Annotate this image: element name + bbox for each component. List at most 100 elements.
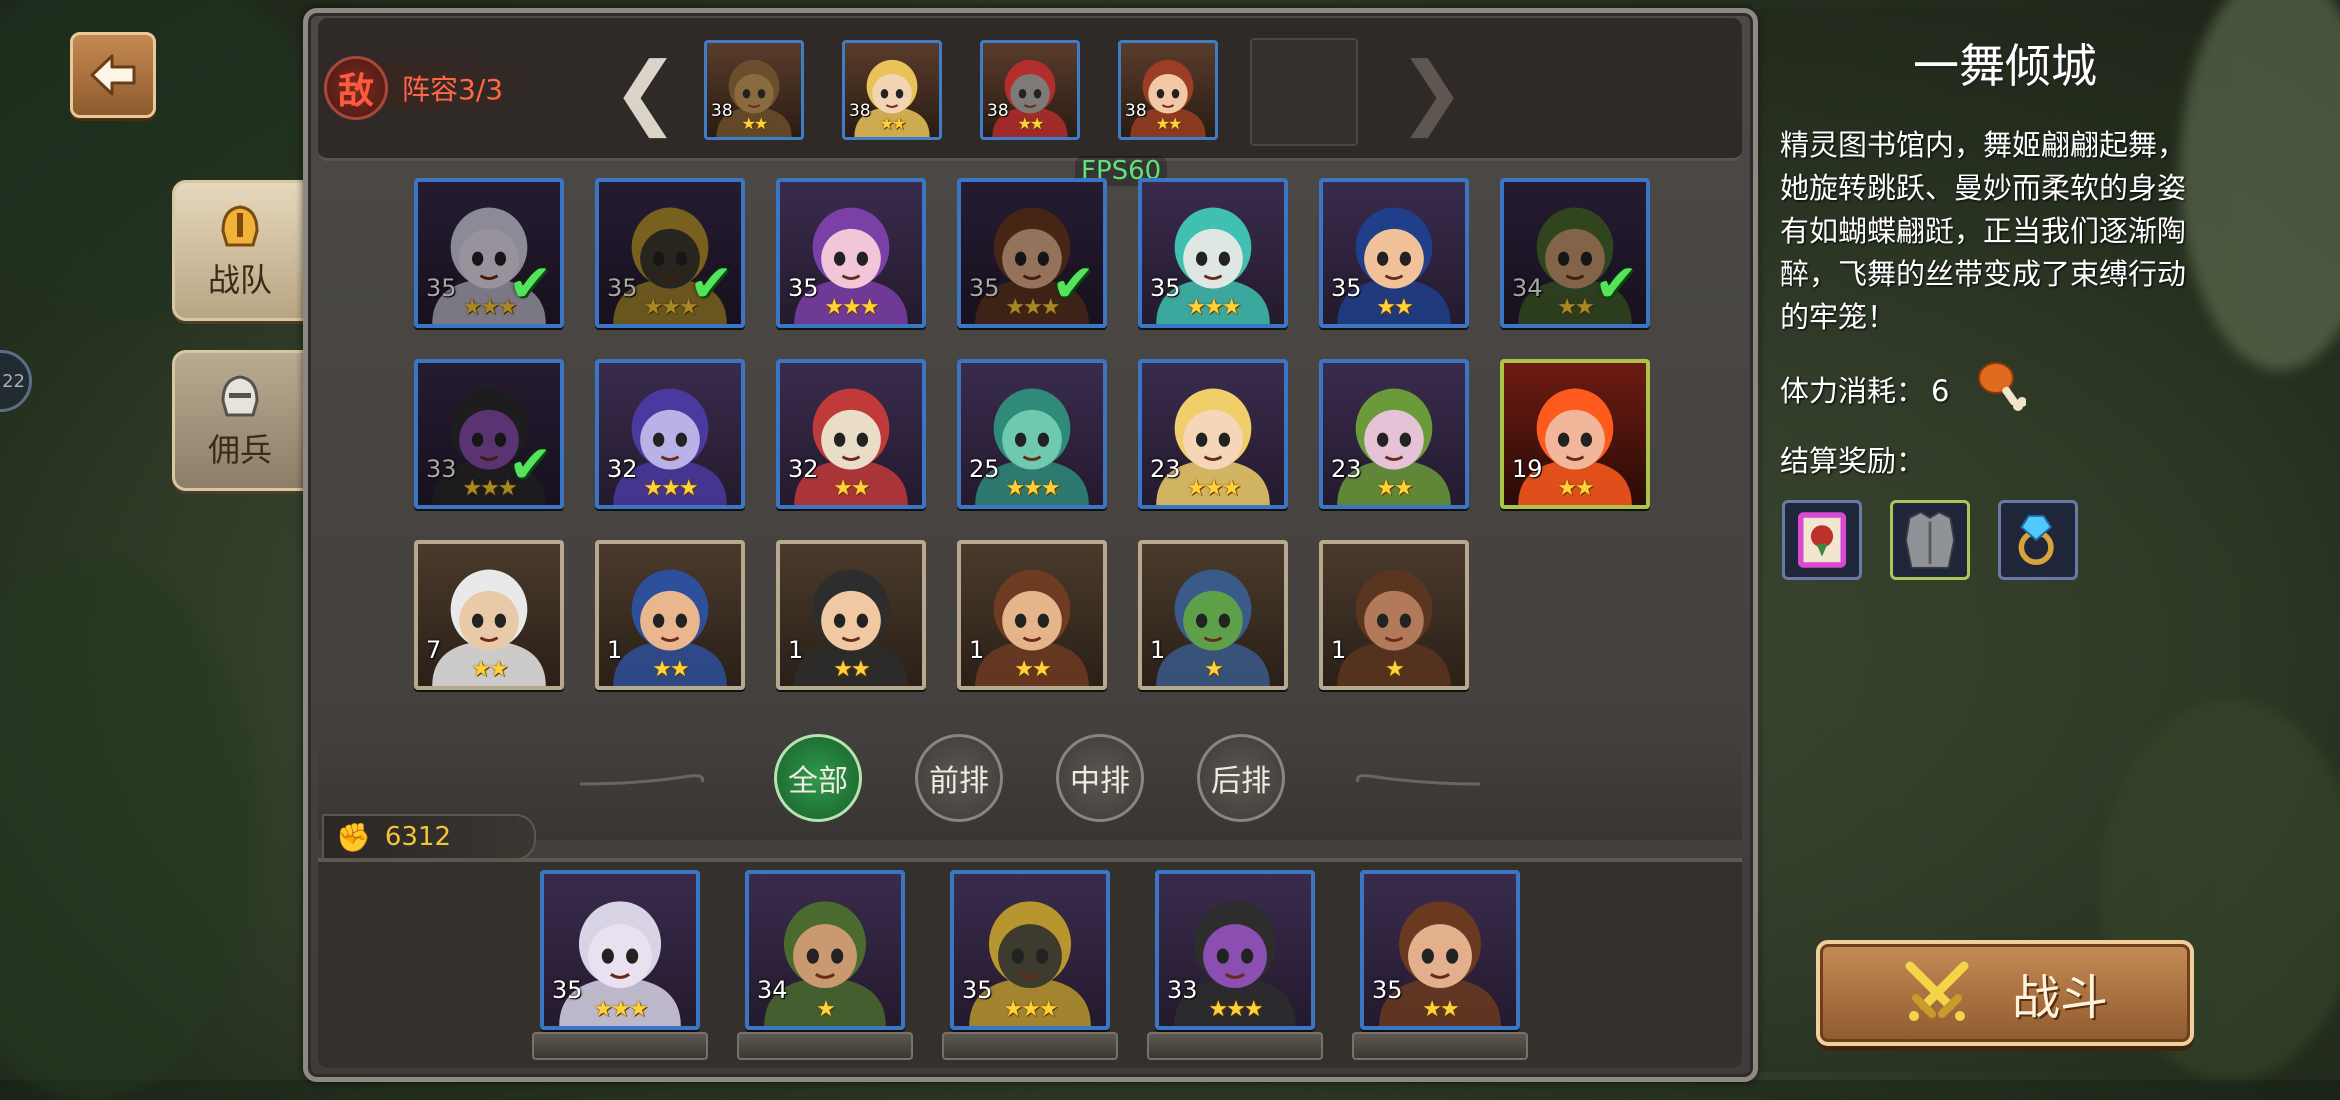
hero-card[interactable]: 32 ★★ <box>776 359 926 509</box>
helmet-silver-icon <box>221 374 259 416</box>
tab-team[interactable]: 战队 <box>172 180 308 321</box>
deployed-hero-card: 35 ★★★ <box>540 870 700 1030</box>
star-rating: ★★ <box>652 657 689 682</box>
helmet-gold-icon <box>221 204 259 246</box>
hero-level: 35 <box>969 274 1000 302</box>
deployed-hero-slot[interactable]: 35 ★★ <box>1352 870 1528 1060</box>
hero-card[interactable]: 7 ★★ <box>414 540 564 690</box>
tab-mercenary-label: 佣兵 <box>207 430 272 469</box>
filter-button[interactable]: 后排 <box>1197 734 1285 822</box>
hero-level: 35 <box>607 274 638 302</box>
stamina-label: 体力消耗： <box>1780 374 1926 408</box>
fight-button-label: 战斗 <box>2011 970 2108 1026</box>
hero-card[interactable]: 35 ★★★ <box>776 178 926 328</box>
stamina-cost: 体力消耗： 6 <box>1780 368 1949 410</box>
hero-card[interactable]: 35 ★★★ ✔ <box>957 178 1107 328</box>
star-rating: ★★★ <box>1186 295 1241 320</box>
enemy-unit-card[interactable]: 38 ★★ <box>1118 40 1218 140</box>
deployed-hero-card: 33 ★★★ <box>1155 870 1315 1030</box>
star-rating: ★★ <box>1422 997 1459 1022</box>
hero-card[interactable]: 35 ★★★ ✔ <box>595 178 745 328</box>
floating-assist-icon[interactable]: 22 <box>0 350 32 412</box>
star-rating: ★★ <box>741 114 769 133</box>
hero-card[interactable]: 1 ★★ <box>957 540 1107 690</box>
fist-icon: ✊ <box>336 820 371 854</box>
deployed-hero-slot[interactable]: 35 ★★★ <box>532 870 708 1060</box>
hero-card[interactable]: 35 ★★★ ✔ <box>414 178 564 328</box>
star-rating: ★★ <box>471 657 508 682</box>
star-rating: ★★ <box>833 657 870 682</box>
hero-card[interactable]: 33 ★★★ ✔ <box>414 359 564 509</box>
drumstick-icon <box>1978 362 2026 411</box>
filter-button[interactable]: 全部 <box>774 734 862 822</box>
star-rating: ★★ <box>879 114 907 133</box>
back-button[interactable] <box>70 32 156 118</box>
tab-team-label: 战队 <box>207 260 272 299</box>
hero-pedestal <box>1147 1032 1323 1060</box>
enemy-prev-arrow[interactable]: ❮ <box>612 42 679 142</box>
crossed-swords-icon <box>1905 961 1969 1021</box>
star-rating: ★★ <box>1017 114 1045 133</box>
divider-ornament <box>580 774 704 786</box>
star-rating: ★★★ <box>1186 476 1241 501</box>
hero-pedestal <box>942 1032 1118 1060</box>
enemy-empty-slot <box>1250 38 1358 146</box>
selected-check-icon: ✔ <box>508 435 552 495</box>
background-foliage <box>0 560 260 1100</box>
stage-description: 精灵图书馆内，舞姬翩翩起舞，她旋转跳跃、曼妙而柔软的身姿有如蝴蝶翩跹，正当我们逐… <box>1780 128 2187 334</box>
star-rating: ★★★ <box>643 476 698 501</box>
enemy-next-arrow[interactable]: ❯ <box>1398 42 1465 142</box>
hero-card[interactable]: 25 ★★★ <box>957 359 1107 509</box>
selected-check-icon: ✔ <box>1594 254 1638 314</box>
star-rating: ★★★ <box>1005 476 1060 501</box>
star-rating: ★★ <box>1155 114 1183 133</box>
enemy-unit-card[interactable]: 38 ★★ <box>842 40 942 140</box>
reward-item[interactable] <box>1998 500 2078 580</box>
hero-pedestal <box>1352 1032 1528 1060</box>
star-rating: ★★ <box>1014 657 1051 682</box>
reward-item[interactable] <box>1782 500 1862 580</box>
deployed-hero-slot[interactable]: 33 ★★★ <box>1147 870 1323 1060</box>
lineup-count: 阵容3/3 <box>402 73 504 106</box>
hero-level: 34 <box>1512 274 1543 302</box>
hero-card[interactable]: 23 ★★★ <box>1138 359 1288 509</box>
scroll-icon <box>1797 512 1847 568</box>
selected-check-icon: ✔ <box>508 254 552 314</box>
enemy-unit-card[interactable]: 38 ★★ <box>704 40 804 140</box>
star-rating: ★ <box>1204 657 1224 682</box>
fight-button[interactable]: 战斗 <box>1816 940 2194 1046</box>
star-rating: ★★ <box>1557 476 1594 501</box>
deployed-hero-slot[interactable]: 34 ★ <box>737 870 913 1060</box>
hero-pedestal <box>737 1032 913 1060</box>
hero-card[interactable]: 1 ★★ <box>595 540 745 690</box>
deployed-hero-card: 35 ★★ <box>1360 870 1520 1030</box>
star-rating: ★★★ <box>1003 997 1058 1022</box>
hero-card[interactable]: 23 ★★ <box>1319 359 1469 509</box>
reward-label: 结算奖励： <box>1780 444 1926 478</box>
filter-button[interactable]: 中排 <box>1056 734 1144 822</box>
deployed-hero-slot[interactable]: 35 ★★★ <box>942 870 1118 1060</box>
power-tag: ✊ 6312 <box>322 814 536 860</box>
armor-icon <box>1905 511 1955 569</box>
stamina-value: 6 <box>1931 374 1950 408</box>
hero-card[interactable]: 1 ★ <box>1319 540 1469 690</box>
hero-card[interactable]: 34 ★★ ✔ <box>1500 178 1650 328</box>
star-rating: ★ <box>816 997 836 1022</box>
tab-mercenary[interactable]: 佣兵 <box>172 350 308 491</box>
hero-pedestal <box>532 1032 708 1060</box>
enemy-unit-card[interactable]: 38 ★★ <box>980 40 1080 140</box>
ring-icon <box>2018 515 2054 565</box>
hero-card[interactable]: 19 ★★ <box>1500 359 1650 509</box>
hero-card[interactable]: 1 ★★ <box>776 540 926 690</box>
star-rating: ★ <box>1385 657 1405 682</box>
hero-card[interactable]: 35 ★★ <box>1319 178 1469 328</box>
hero-card[interactable]: 1 ★ <box>1138 540 1288 690</box>
deployed-hero-card: 35 ★★★ <box>950 870 1110 1030</box>
reward-item[interactable] <box>1890 500 1970 580</box>
hero-level: 35 <box>426 274 457 302</box>
selected-check-icon: ✔ <box>689 254 733 314</box>
star-rating: ★★★ <box>1208 997 1263 1022</box>
hero-card[interactable]: 32 ★★★ <box>595 359 745 509</box>
hero-card[interactable]: 35 ★★★ <box>1138 178 1288 328</box>
filter-button[interactable]: 前排 <box>915 734 1003 822</box>
